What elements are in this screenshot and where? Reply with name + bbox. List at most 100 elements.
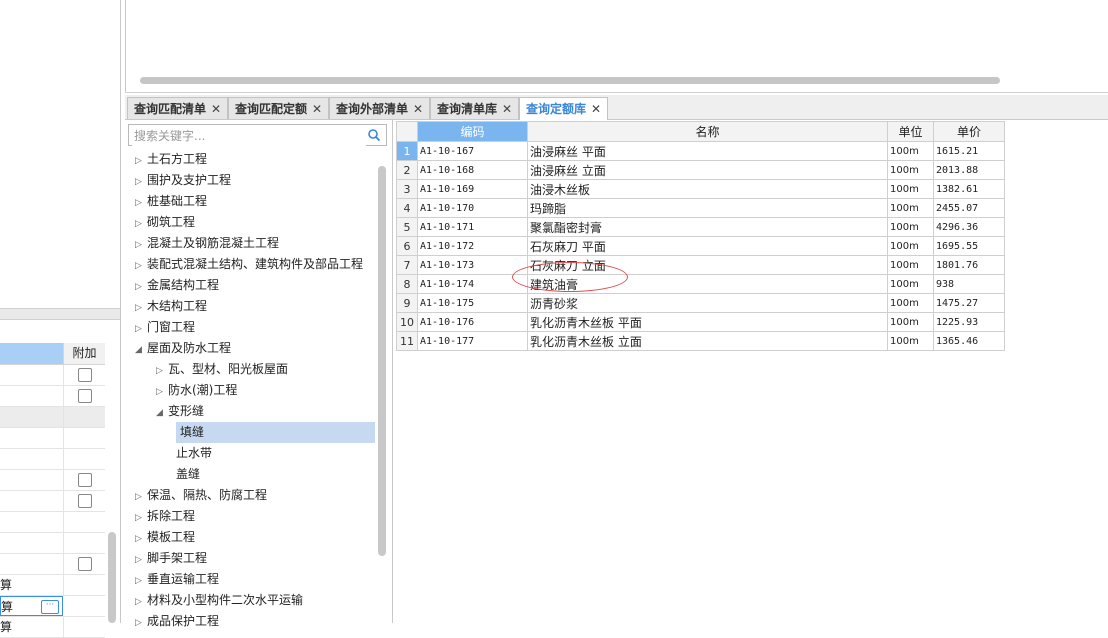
header-code[interactable]: 编码 [417,121,528,142]
collapsed-arrow-icon[interactable]: ▷ [135,151,147,172]
tree-node[interactable]: ▷ 木结构工程 [135,296,207,317]
collapsed-arrow-icon[interactable]: ▷ [135,529,147,550]
name-cell[interactable]: 沥青砂浆 [527,293,888,313]
collapsed-arrow-icon[interactable]: ▷ [135,214,147,235]
left-grid-cell[interactable]: 算 [0,617,64,637]
tree-node[interactable]: ▷ 桩基础工程 [135,191,207,212]
header-name[interactable]: 名称 [527,121,888,142]
row-number[interactable]: 10 [396,312,418,332]
tree-node[interactable]: 止水带 [176,443,212,464]
collapsed-arrow-icon[interactable]: ▷ [156,382,168,403]
price-cell[interactable]: 938 [933,274,1005,294]
tree-node[interactable]: ▷ 防水(潮)工程 [156,380,237,401]
unit-cell[interactable]: 100m [887,217,934,237]
tab-quota-library[interactable]: 查询定额库 ✕ [519,97,609,120]
ellipsis-button[interactable]: ··· [41,600,59,614]
tree-node[interactable]: 盖缝 [176,464,200,485]
left-grid-cell[interactable] [0,491,64,511]
row-number[interactable]: 8 [396,274,418,294]
row-number[interactable]: 2 [396,160,418,180]
attach-checkbox[interactable] [77,494,92,508]
left-grid-row[interactable] [0,365,105,386]
tree-node[interactable]: ▷ 混凝土及钢筋混凝土工程 [135,233,279,254]
tab-bill-library[interactable]: 查询清单库 ✕ [430,97,520,119]
row-number[interactable]: 7 [396,255,418,275]
left-grid-cell[interactable] [0,554,64,574]
left-grid-row[interactable] [0,428,105,449]
header-unit[interactable]: 单位 [887,121,934,142]
tree-node[interactable]: ▷ 保温、隔热、防腐工程 [135,485,267,506]
code-cell[interactable]: A1-10-177 [417,331,528,351]
name-cell[interactable]: 玛蹄脂 [527,198,888,218]
left-grid-row[interactable] [0,407,105,428]
left-grid-row[interactable] [0,491,105,512]
left-grid-cell[interactable] [0,449,64,469]
close-icon[interactable]: ✕ [312,102,322,116]
left-grid-row[interactable] [0,554,105,575]
collapsed-arrow-icon[interactable]: ▷ [135,193,147,214]
attach-checkbox[interactable] [77,368,92,382]
unit-cell[interactable]: 100m [887,274,934,294]
unit-cell[interactable]: 100m [887,198,934,218]
left-grid-cell[interactable] [0,365,64,385]
tree-node[interactable]: ▷ 模板工程 [135,527,195,548]
left-grid-cell[interactable] [0,428,64,448]
tree-node[interactable]: ▷ 脚手架工程 [135,548,207,569]
tree-node[interactable]: ▷ 金属结构工程 [135,275,219,296]
name-cell[interactable]: 乳化沥青木丝板 平面 [527,312,888,332]
left-grid-row[interactable]: 算 ··· [0,596,105,617]
left-grid-row[interactable] [0,386,105,407]
table-row[interactable]: 10 A1-10-176 乳化沥青木丝板 平面 100m 1225.93 [396,312,1005,332]
price-cell[interactable]: 1801.76 [933,255,1005,275]
tree-node[interactable]: ▷ 装配式混凝土结构、建筑构件及部品工程 [135,254,363,275]
left-grid-row[interactable] [0,449,105,470]
left-grid-row[interactable] [0,533,105,554]
search-icon[interactable] [367,128,381,142]
unit-cell[interactable]: 100m [887,293,934,313]
collapsed-arrow-icon[interactable]: ▷ [135,256,147,277]
code-cell[interactable]: A1-10-168 [417,160,528,180]
tree-node[interactable]: ▷ 瓦、型材、阳光板屋面 [156,359,288,380]
table-row[interactable]: 11 A1-10-177 乳化沥青木丝板 立面 100m 1365.46 [396,331,1005,351]
name-cell[interactable]: 油浸木丝板 [527,179,888,199]
tree-node[interactable]: ▷ 砌筑工程 [135,212,195,233]
left-grid-cell[interactable] [0,533,64,553]
name-cell[interactable]: 乳化沥青木丝板 立面 [527,331,888,351]
tab-external-bill[interactable]: 查询外部清单 ✕ [329,97,431,119]
tree-node[interactable]: ▷ 围护及支护工程 [135,170,231,191]
unit-cell[interactable]: 100m [887,255,934,275]
left-grid-cell[interactable] [0,470,64,490]
price-cell[interactable]: 1382.61 [933,179,1005,199]
name-cell[interactable]: 建筑油膏 [527,274,888,294]
table-row[interactable]: 6 A1-10-172 石灰麻刀 平面 100m 1695.55 [396,236,1005,256]
price-cell[interactable]: 1615.21 [933,141,1005,161]
tree-node[interactable]: ▷ 成品保护工程 [135,611,219,632]
table-row[interactable]: 5 A1-10-171 聚氯酯密封膏 100m 4296.36 [396,217,1005,237]
close-icon[interactable]: ✕ [502,102,512,116]
row-number[interactable]: 5 [396,217,418,237]
collapsed-arrow-icon[interactable]: ▷ [135,319,147,340]
row-number[interactable]: 6 [396,236,418,256]
price-cell[interactable]: 4296.36 [933,217,1005,237]
code-cell[interactable]: A1-10-170 [417,198,528,218]
price-cell[interactable]: 2013.88 [933,160,1005,180]
collapsed-arrow-icon[interactable]: ▷ [135,172,147,193]
unit-cell[interactable]: 100m [887,160,934,180]
table-row[interactable]: 4 A1-10-170 玛蹄脂 100m 2455.07 [396,198,1005,218]
name-cell[interactable]: 油浸麻丝 立面 [527,160,888,180]
row-number[interactable]: 3 [396,179,418,199]
expanded-arrow-icon[interactable]: ◢ [156,403,168,424]
unit-cell[interactable]: 100m [887,312,934,332]
left-grid-row[interactable]: 算 [0,575,105,596]
left-grid-cell[interactable] [0,407,64,427]
left-grid-cell[interactable] [0,386,64,406]
code-cell[interactable]: A1-10-169 [417,179,528,199]
left-grid-scrollbar[interactable] [108,532,116,623]
left-panel-splitter[interactable] [0,308,120,320]
code-cell[interactable]: A1-10-175 [417,293,528,313]
tree-node[interactable]: 填缝 [176,422,375,443]
row-number[interactable]: 4 [396,198,418,218]
tree-node[interactable]: ◢ 变形缝 [156,401,204,422]
horizontal-scrollbar[interactable] [140,77,1000,84]
close-icon[interactable]: ✕ [211,102,221,116]
